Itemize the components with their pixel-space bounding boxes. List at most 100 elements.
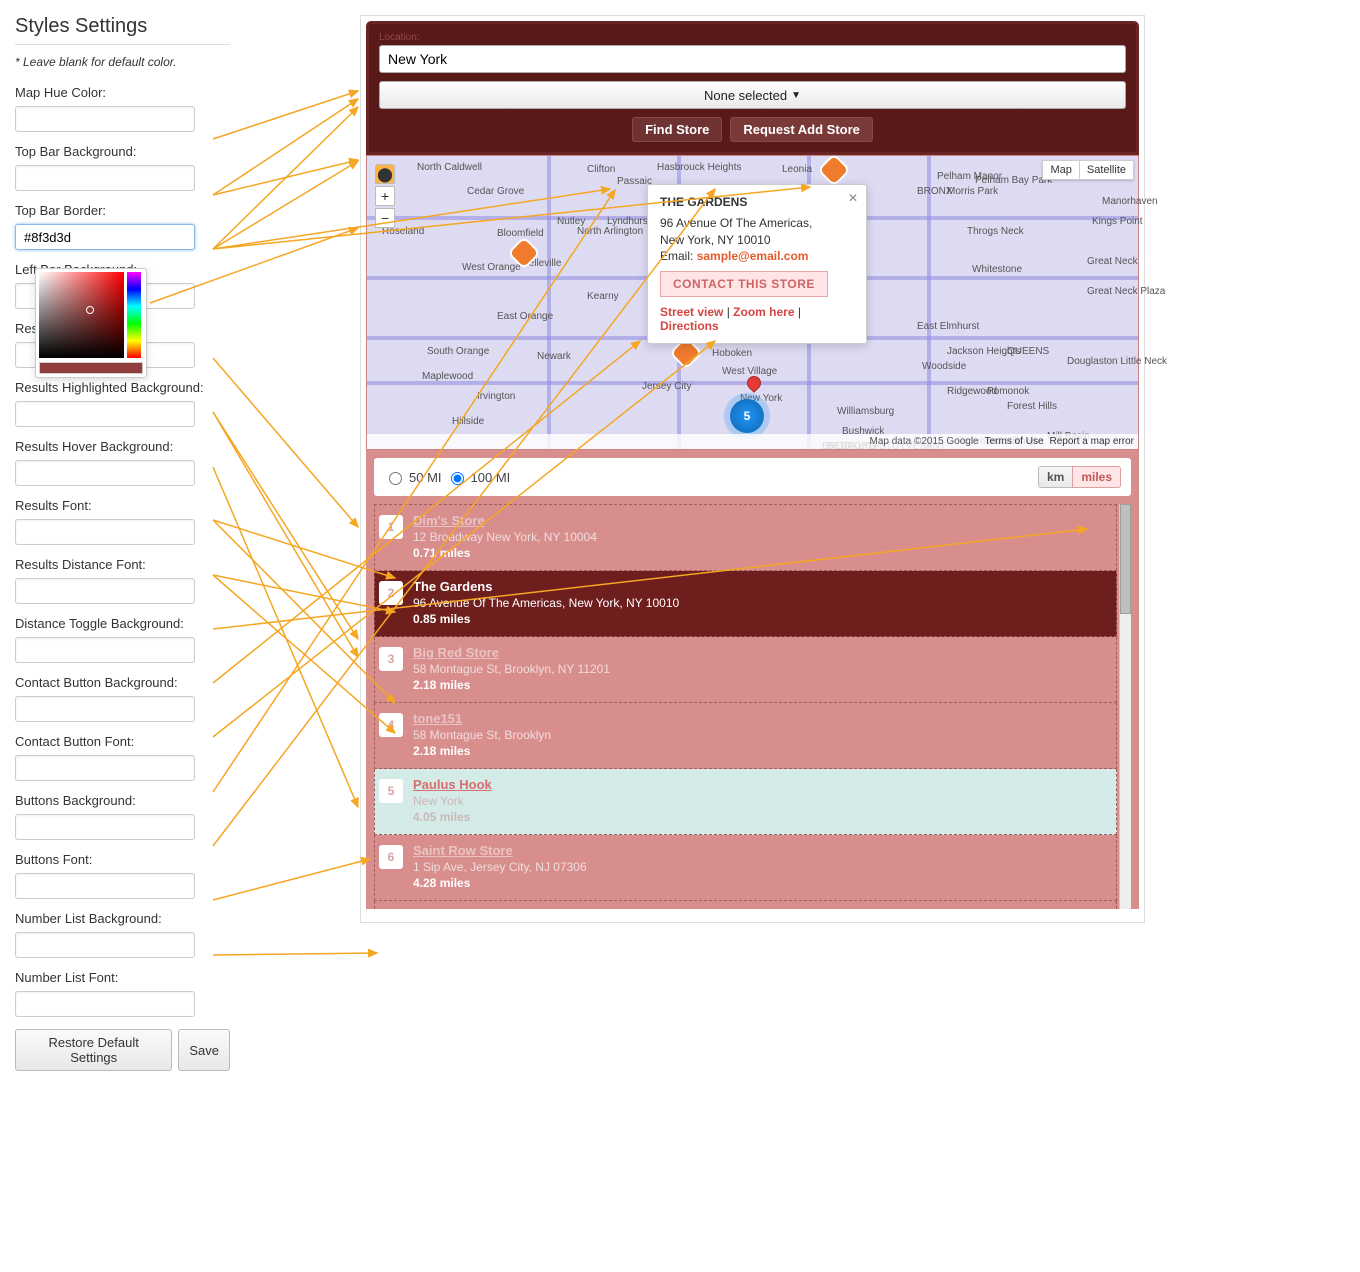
page-title: Styles Settings xyxy=(15,15,230,45)
cluster-marker[interactable]: 5 xyxy=(730,399,764,433)
map-place-label: Great Neck Plaza xyxy=(1087,286,1165,297)
list-number: 3 xyxy=(379,647,403,671)
field-label: Results Distance Font: xyxy=(15,557,230,572)
color-input[interactable] xyxy=(15,165,195,191)
color-input[interactable] xyxy=(15,578,195,604)
save-button[interactable]: Save xyxy=(178,1029,230,1071)
color-input[interactable] xyxy=(15,460,195,486)
map-place-label: Forest Hills xyxy=(1007,401,1057,412)
map-place-label: Leonia xyxy=(782,164,812,175)
color-picker-sv[interactable] xyxy=(39,272,124,358)
search-input[interactable] xyxy=(379,45,1126,73)
field-label: Contact Button Background: xyxy=(15,675,230,690)
color-input[interactable] xyxy=(15,224,195,250)
color-input[interactable] xyxy=(15,932,195,958)
list-number: 4 xyxy=(379,713,403,737)
color-picker[interactable] xyxy=(35,268,147,378)
map-place-label: Throgs Neck xyxy=(967,226,1024,237)
store-distance: 0.85 miles xyxy=(413,612,1108,626)
directions-link[interactable]: Directions xyxy=(660,319,719,333)
request-add-store-button[interactable]: Request Add Store xyxy=(730,117,873,142)
list-item[interactable]: 2 The Gardens 96 Avenue Of The Americas, N… xyxy=(374,571,1117,637)
store-name[interactable]: Saint Row Store xyxy=(413,843,1108,858)
restore-button[interactable]: Restore Default Settings xyxy=(15,1029,172,1071)
map[interactable]: North CaldwellCliftonPassaicHasbrouck He… xyxy=(366,155,1139,450)
field-label: Buttons Background: xyxy=(15,793,230,808)
radius-50[interactable] xyxy=(389,472,402,485)
map-place-label: Pomonok xyxy=(987,386,1029,397)
preview-panel: Location: None selected ▼ Find Store Req… xyxy=(360,15,1145,923)
unit-toggle[interactable]: km miles xyxy=(1038,466,1121,488)
map-place-label: Clifton xyxy=(587,164,615,175)
map-place-label: Hoboken xyxy=(712,348,752,359)
store-address: New York xyxy=(413,794,1108,808)
color-input[interactable] xyxy=(15,873,195,899)
color-picker-hue[interactable] xyxy=(127,272,141,358)
map-place-label: Jersey City xyxy=(642,381,691,392)
store-address: 96 Avenue Of The Americas, New York, NY … xyxy=(413,596,1108,610)
contact-store-button[interactable]: CONTACT THIS STORE xyxy=(660,271,828,297)
map-place-label: Lyndhurst xyxy=(607,216,651,227)
field-label: Contact Button Font: xyxy=(15,734,230,749)
list-number: 2 xyxy=(379,581,403,605)
list-item[interactable]: 5 Paulus Hook New York 4.05 miles xyxy=(374,769,1117,835)
chevron-down-icon: ▼ xyxy=(791,90,801,101)
store-name[interactable]: Big Red Store xyxy=(413,645,1108,660)
field-label: Top Bar Border: xyxy=(15,203,230,218)
color-input[interactable] xyxy=(15,637,195,663)
find-store-button[interactable]: Find Store xyxy=(632,117,722,142)
store-name[interactable]: The Gardens xyxy=(413,579,1108,594)
list-item[interactable]: 3 Big Red Store 58 Montague St, Brooklyn, … xyxy=(374,637,1117,703)
map-place-label: Williamsburg xyxy=(837,406,894,417)
map-type-satellite[interactable]: Satellite xyxy=(1079,160,1134,180)
unit-miles[interactable]: miles xyxy=(1072,466,1121,488)
store-distance: 4.05 miles xyxy=(413,810,1108,824)
map-place-label: Nutley xyxy=(557,216,585,227)
color-input[interactable] xyxy=(15,106,195,132)
store-address: 12 Broadway New York, NY 10004 xyxy=(413,530,1108,544)
color-input[interactable] xyxy=(15,991,195,1017)
map-place-label: Kings Point xyxy=(1092,216,1143,227)
store-address: 1 Sip Ave, Jersey City, NJ 07306 xyxy=(413,860,1108,874)
map-place-label: Great Neck xyxy=(1087,256,1138,267)
list-number: 5 xyxy=(379,779,403,803)
list-item[interactable]: 4tone15158 Montague St, Brooklyn2.18 mil… xyxy=(374,703,1117,769)
color-input[interactable] xyxy=(15,696,195,722)
map-place-label: West Village xyxy=(722,366,777,377)
field-label: Number List Font: xyxy=(15,970,230,985)
scrollbar-thumb[interactable] xyxy=(1120,504,1131,614)
list-item[interactable]: 1Dim's Store12 Broadway New York, NY 100… xyxy=(374,504,1117,571)
store-name[interactable]: tone151 xyxy=(413,711,1108,726)
color-input[interactable] xyxy=(15,401,195,427)
map-place-label: Irvington xyxy=(477,391,515,402)
infobox-title: THE GARDENS xyxy=(660,195,850,209)
map-type-toggle[interactable]: Map Satellite xyxy=(1042,160,1134,180)
store-address: 58 Montague St, Brooklyn, NY 11201 xyxy=(413,662,1108,676)
list-item[interactable]: 7Steakhouse Restaurant9 W 49th St, New Y… xyxy=(374,901,1117,909)
category-select[interactable]: None selected ▼ xyxy=(379,81,1126,109)
map-type-map[interactable]: Map xyxy=(1042,160,1078,180)
hint-text: * Leave blank for default color. xyxy=(15,55,230,69)
store-name[interactable]: Paulus Hook xyxy=(413,777,1108,792)
color-input[interactable] xyxy=(15,519,195,545)
color-input[interactable] xyxy=(15,755,195,781)
zoom-out-button[interactable]: − xyxy=(375,208,395,228)
color-input[interactable] xyxy=(15,814,195,840)
top-bar: Location: None selected ▼ Find Store Req… xyxy=(366,21,1139,155)
store-pin-icon[interactable] xyxy=(817,153,851,187)
pegman-icon[interactable]: ⬤ xyxy=(375,164,395,184)
infobox-email-link[interactable]: sample@email.com xyxy=(697,249,809,263)
list-item[interactable]: 6Saint Row Store1 Sip Ave, Jersey City, … xyxy=(374,835,1117,901)
field-label: Distance Toggle Background: xyxy=(15,616,230,631)
map-place-label: Jackson Heights xyxy=(947,346,1020,357)
field-label: Top Bar Background: xyxy=(15,144,230,159)
scrollbar[interactable] xyxy=(1119,504,1131,909)
zoom-in-button[interactable]: + xyxy=(375,186,395,206)
radius-100[interactable] xyxy=(451,472,464,485)
unit-km[interactable]: km xyxy=(1038,466,1072,488)
close-icon[interactable]: ✕ xyxy=(848,191,858,205)
zoom-here-link[interactable]: Zoom here xyxy=(733,305,794,319)
store-name[interactable]: Dim's Store xyxy=(413,513,1108,528)
street-view-link[interactable]: Street view xyxy=(660,305,723,319)
map-place-label: Maplewood xyxy=(422,371,473,382)
